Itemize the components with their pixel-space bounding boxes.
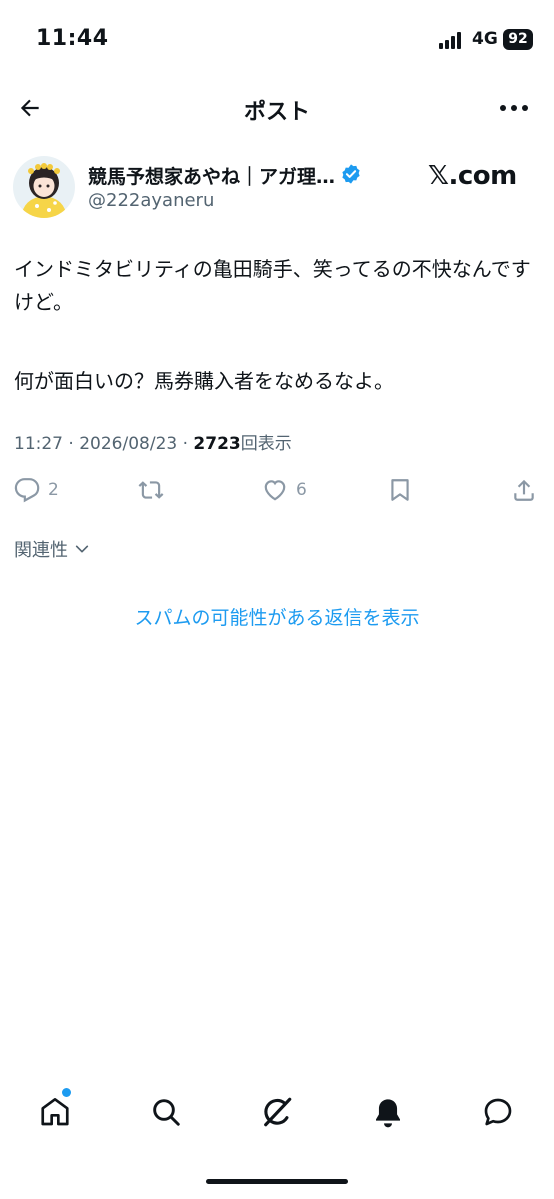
- like-button[interactable]: 6: [262, 470, 307, 510]
- post-meta: 11:27 · 2026/08/23 · 2723回表示: [14, 434, 292, 454]
- message-icon: [484, 1098, 512, 1126]
- bookmark-button[interactable]: [387, 470, 413, 510]
- relevance-sort-button[interactable]: 関連性: [14, 536, 90, 562]
- post-line: インドミタビリティの亀田騎手、笑ってるの不快なんですけど。: [14, 257, 531, 314]
- network-type: 4G: [472, 29, 498, 49]
- nav-grok[interactable]: [257, 1092, 297, 1132]
- like-icon: [264, 480, 286, 501]
- show-spam-replies-link[interactable]: スパムの可能性がある返信を表示: [0, 603, 554, 630]
- battery-icon: 92: [503, 29, 533, 50]
- author-name[interactable]: 競馬予想家あやね｜アガ理…: [88, 162, 335, 189]
- home-indicator: [206, 1179, 348, 1184]
- home-icon: [41, 1098, 69, 1126]
- verified-icon: [342, 164, 360, 184]
- view-count: 2723: [193, 434, 241, 454]
- bottom-nav: [0, 1080, 554, 1144]
- more-icon: [500, 105, 528, 111]
- page-title: ポスト: [243, 100, 310, 125]
- post-time: 11:27: [14, 434, 63, 454]
- search-icon: [153, 1099, 180, 1126]
- xcom-watermark: 𝕏.com: [428, 161, 517, 191]
- retweet-icon: [138, 481, 164, 499]
- nav-messages[interactable]: [478, 1092, 518, 1132]
- avatar[interactable]: [13, 156, 75, 218]
- reply-button[interactable]: 2: [14, 470, 59, 510]
- share-icon: [514, 479, 534, 501]
- nav-search[interactable]: [146, 1092, 186, 1132]
- status-bar: 11:44 4G 92: [0, 0, 554, 82]
- bookmark-icon: [391, 479, 409, 501]
- nav-notifications[interactable]: [368, 1092, 408, 1132]
- signal-icon: [439, 31, 465, 49]
- grok-icon: [264, 1097, 292, 1127]
- notification-dot: [62, 1088, 71, 1097]
- reply-count: 2: [48, 480, 59, 500]
- retweet-button[interactable]: [138, 470, 164, 510]
- like-count: 6: [296, 480, 307, 500]
- post-text: インドミタビリティの亀田騎手、笑ってるの不快なんですけど。 何が面白いの？馬券購…: [14, 253, 540, 398]
- share-button[interactable]: [511, 470, 537, 510]
- reply-icon: [14, 478, 40, 503]
- nav-home[interactable]: [35, 1092, 75, 1132]
- status-time: 11:44: [36, 26, 109, 51]
- relevance-label: 関連性: [14, 540, 68, 561]
- top-bar: ポスト: [0, 82, 554, 134]
- more-button[interactable]: [494, 90, 534, 126]
- post-date: 2026/08/23: [79, 434, 178, 454]
- view-label: 回表示: [240, 434, 292, 454]
- post-line: 何が面白いの？馬券購入者をなめるなよ。: [14, 369, 394, 393]
- chevron-down-icon: [75, 545, 89, 553]
- bell-icon: [376, 1099, 400, 1128]
- action-bar: 2 6: [0, 470, 554, 510]
- author-handle[interactable]: @222ayaneru: [88, 190, 214, 211]
